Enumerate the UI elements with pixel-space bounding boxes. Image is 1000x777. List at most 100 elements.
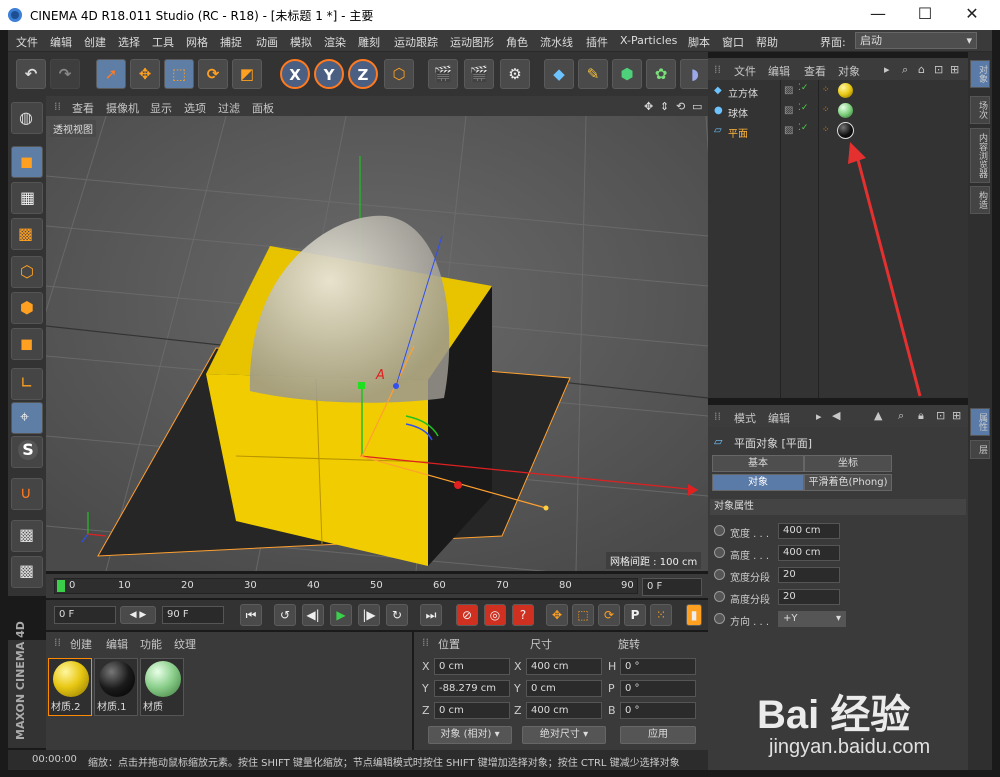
side-tab-content-browser[interactable]: 内容浏览器	[970, 128, 990, 183]
rot-p-field[interactable]: 0 °	[620, 680, 696, 697]
pan-view-icon[interactable]: ✥	[644, 100, 653, 113]
viewport-menu-filter[interactable]: 过滤	[218, 100, 240, 116]
menu-select[interactable]: 选择	[118, 34, 140, 50]
key-parameter-button[interactable]: P	[624, 604, 646, 626]
render-picture-viewer-button[interactable]: 🎬	[464, 59, 494, 89]
object-menu-view[interactable]: 查看	[804, 63, 826, 79]
attr-menu-edit[interactable]: 编辑	[768, 410, 790, 426]
previous-key-button[interactable]: ↺	[274, 604, 296, 626]
radio-icon[interactable]	[714, 547, 725, 558]
z-axis-lock-button[interactable]: Z	[348, 59, 378, 89]
previous-frame-button[interactable]: ◀|	[302, 604, 324, 626]
menu-character[interactable]: 角色	[506, 34, 528, 50]
tweak-mode-button[interactable]: ⌖	[11, 402, 43, 434]
object-menu-edit[interactable]: 编辑	[768, 63, 790, 79]
material-tag-icon[interactable]	[837, 122, 854, 139]
height-segments-field[interactable]: 20	[778, 589, 840, 605]
add-generator-button[interactable]: ⬢	[612, 59, 642, 89]
timeline-ruler[interactable]: 0 10 20 30 40 50 60 70 80 90	[54, 578, 638, 594]
pos-x-field[interactable]: 0 cm	[434, 658, 510, 675]
visibility-dots-icon[interactable]: ⁚✓	[798, 83, 808, 93]
rot-b-field[interactable]: 0 °	[620, 702, 696, 719]
visibility-dots-icon[interactable]: ⁚✓	[798, 103, 808, 113]
back-arrow-icon[interactable]: ◀	[832, 409, 840, 422]
object-row[interactable]: ◆ 立方体 ▨ ⁚✓ ⁘	[708, 82, 968, 101]
menu-plugins[interactable]: 插件	[586, 34, 608, 50]
object-row[interactable]: ▱ 平面 ▨ ⁚✓ ⁘	[708, 122, 968, 141]
scale-tool-button[interactable]: ⬚	[164, 59, 194, 89]
new-window-icon[interactable]: ⊡	[936, 409, 945, 422]
viewport-menu-view[interactable]: 查看	[72, 100, 94, 116]
zoom-view-icon[interactable]: ⇕	[660, 100, 669, 113]
tab-basic[interactable]: 基本	[712, 455, 804, 472]
undo-button[interactable]: ↶	[16, 59, 46, 89]
search-icon[interactable]: ⌕	[898, 409, 904, 423]
material-tag-icon[interactable]	[838, 103, 853, 118]
editable-icon[interactable]: ▨	[784, 85, 793, 96]
radio-icon[interactable]	[714, 525, 725, 536]
radio-icon[interactable]	[714, 591, 725, 602]
material-tag-icon[interactable]	[838, 83, 853, 98]
up-arrow-icon[interactable]: ▲	[874, 409, 882, 422]
rot-h-field[interactable]: 0 °	[620, 658, 696, 675]
frame-stepper[interactable]: ◀ ▶	[120, 606, 156, 624]
layout-select[interactable]: 启动 ▾	[855, 32, 977, 49]
more-arrow-icon[interactable]: ▸	[884, 63, 890, 76]
record-keys-button[interactable]: ⊘	[456, 604, 478, 626]
lock-icon[interactable]: 🔒︎	[918, 409, 924, 423]
expand-icon[interactable]: ⊞	[952, 409, 961, 422]
new-window-icon[interactable]: ⊡	[934, 63, 943, 76]
menu-file[interactable]: 文件	[16, 34, 38, 50]
recent-tool-button[interactable]: ◩	[232, 59, 262, 89]
solo-button[interactable]: S	[11, 436, 43, 468]
axis-mode-button[interactable]: ∟	[11, 368, 43, 400]
material-menu-function[interactable]: 功能	[140, 636, 162, 652]
width-field[interactable]: 400 cm	[778, 523, 840, 539]
edges-mode-button[interactable]: ⬢	[11, 292, 43, 324]
object-row[interactable]: ● 球体 ▨ ⁚✓ ⁘	[708, 102, 968, 121]
width-segments-field[interactable]: 20	[778, 567, 840, 583]
add-mograph-button[interactable]: ✿	[646, 59, 676, 89]
visibility-dots-icon[interactable]: ⁚✓	[798, 123, 808, 133]
side-tab-layers[interactable]: 层	[970, 440, 990, 459]
workplane-mode-button[interactable]: ▩	[11, 218, 43, 250]
material-item[interactable]: 材质.1	[94, 658, 138, 716]
menu-mesh[interactable]: 网格	[186, 34, 208, 50]
menu-pipeline[interactable]: 流水线	[540, 34, 573, 50]
menu-create[interactable]: 创建	[84, 34, 106, 50]
size-y-field[interactable]: 0 cm	[526, 680, 602, 697]
live-select-button[interactable]: ➚	[96, 59, 126, 89]
toggle-view-icon[interactable]: ▭	[692, 100, 702, 113]
model-mode-button[interactable]: ◼	[11, 146, 43, 178]
material-menu-create[interactable]: 创建	[70, 636, 92, 652]
move-tool-button[interactable]: ✥	[130, 59, 160, 89]
timeline-playhead[interactable]	[57, 580, 65, 592]
viewport-menu-options[interactable]: 选项	[184, 100, 206, 116]
viewport-menu-display[interactable]: 显示	[150, 100, 172, 116]
maximize-button[interactable]: ☐	[905, 4, 945, 26]
minimize-button[interactable]: —	[858, 4, 898, 26]
attr-menu-mode[interactable]: 模式	[734, 410, 756, 426]
menu-tools[interactable]: 工具	[152, 34, 174, 50]
go-to-end-button[interactable]: ⏭	[420, 604, 442, 626]
menu-sculpt[interactable]: 雕刻	[358, 34, 380, 50]
side-tab-objects[interactable]: 对象	[970, 60, 990, 88]
material-item[interactable]: 材质.2	[48, 658, 92, 716]
points-mode-button[interactable]: ⬡	[11, 256, 43, 288]
y-axis-lock-button[interactable]: Y	[314, 59, 344, 89]
rotate-tool-button[interactable]: ⟳	[198, 59, 228, 89]
key-rotation-button[interactable]: ⟳	[598, 604, 620, 626]
menu-snap[interactable]: 捕捉	[220, 34, 242, 50]
close-button[interactable]: ✕	[952, 4, 992, 26]
add-deformer-button[interactable]: ◗	[680, 59, 710, 89]
viewport-menu-panel[interactable]: 面板	[252, 100, 274, 116]
material-item[interactable]: 材质	[140, 658, 184, 716]
render-view-button[interactable]: 🎬	[428, 59, 458, 89]
menu-xparticles[interactable]: X-Particles	[620, 34, 677, 47]
viewport-menu-camera[interactable]: 摄像机	[106, 100, 139, 116]
size-mode-select[interactable]: 绝对尺寸 ▾	[522, 726, 606, 744]
timeline-layout-button[interactable]: ▮	[686, 604, 702, 626]
side-tab-attributes[interactable]: 属性	[970, 408, 990, 436]
tab-object[interactable]: 对象	[712, 474, 804, 491]
snap-button[interactable]: ∪	[11, 478, 43, 510]
